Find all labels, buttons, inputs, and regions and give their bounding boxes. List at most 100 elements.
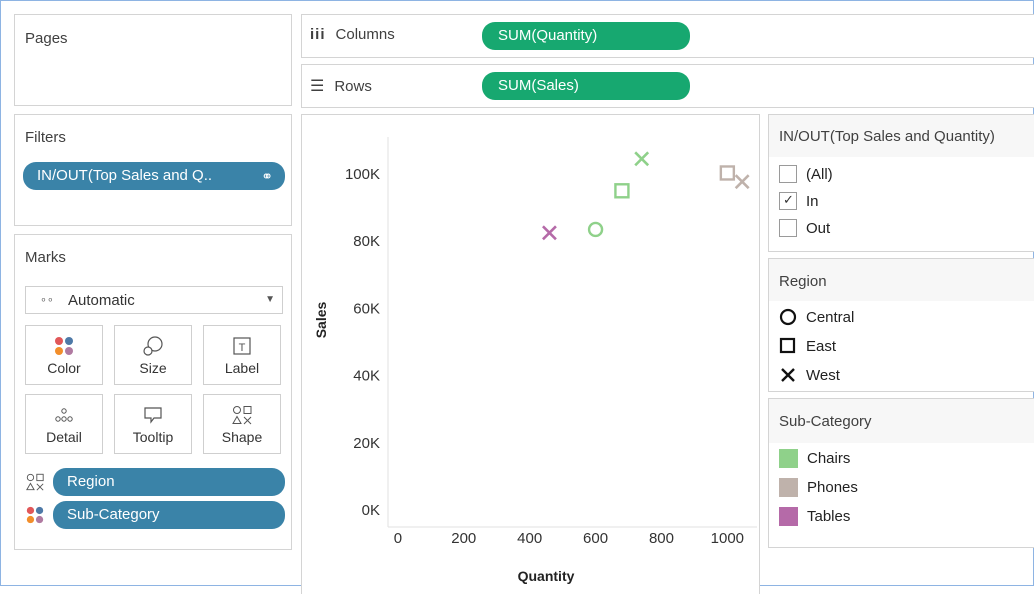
label-button[interactable]: T Label xyxy=(203,325,281,385)
inout-option-in[interactable]: ✓ In xyxy=(779,192,819,210)
filters-title: Filters xyxy=(25,129,66,146)
columns-label: iii Columns xyxy=(310,26,395,43)
subcategory-field-pill[interactable]: Sub-Category xyxy=(53,501,285,529)
detail-icon xyxy=(26,401,102,429)
x-shape-icon xyxy=(781,368,795,382)
region-legend: Region Central East West xyxy=(768,258,1034,392)
tooltip-icon xyxy=(115,401,191,429)
detail-button-label: Detail xyxy=(46,429,82,445)
pages-shelf[interactable]: Pages xyxy=(14,14,292,106)
inout-legend: IN/OUT(Top Sales and Quantity) (All) ✓ I… xyxy=(768,114,1034,252)
shape-button[interactable]: Shape xyxy=(203,394,281,454)
phones-swatch xyxy=(779,478,798,497)
detail-button[interactable]: Detail xyxy=(25,394,103,454)
option-in-label: In xyxy=(806,192,819,210)
legend-label-chairs: Chairs xyxy=(807,450,851,467)
legend-item-chairs[interactable]: Chairs xyxy=(779,449,850,468)
inout-filter-pill-label: IN/OUT(Top Sales and Q.. xyxy=(37,167,213,184)
sum-quantity-pill[interactable]: SUM(Quantity) xyxy=(482,22,690,50)
columns-shelf[interactable]: iii Columns SUM(Quantity) xyxy=(301,14,1034,58)
y-tick-label: 80K xyxy=(353,233,380,250)
size-button[interactable]: Size xyxy=(114,325,192,385)
chevron-down-icon: ▼ xyxy=(265,294,275,305)
label-icon: T xyxy=(204,332,280,360)
checkbox-in[interactable]: ✓ xyxy=(779,192,797,210)
data-point-west-phones[interactable] xyxy=(734,174,750,190)
legend-item-east[interactable]: East xyxy=(779,337,836,355)
y-tick-label: 0K xyxy=(362,502,380,519)
legend-label-central: Central xyxy=(806,308,855,326)
columns-icon: iii xyxy=(310,26,326,43)
tooltip-button-label: Tooltip xyxy=(132,429,174,445)
y-axis-title: Sales xyxy=(313,301,329,338)
checkmark-icon: ✓ xyxy=(783,192,794,207)
checkbox-out[interactable] xyxy=(779,219,797,237)
size-icon xyxy=(115,332,191,360)
y-tick-label: 40K xyxy=(353,368,380,385)
rows-shelf[interactable]: ☰ Rows SUM(Sales) xyxy=(301,64,1034,108)
sum-sales-pill[interactable]: SUM(Sales) xyxy=(482,72,690,100)
color-icon xyxy=(25,505,45,529)
view-area[interactable]: 0K 20K 40K 60K 80K 100K 0 200 400 600 800 1000 Sal… xyxy=(301,114,760,594)
label-button-label: Label xyxy=(224,360,260,376)
marks-title: Marks xyxy=(25,249,66,266)
legend-item-tables[interactable]: Tables xyxy=(779,507,850,526)
inout-option-out[interactable]: Out xyxy=(779,219,830,237)
x-tick-label: 1000 xyxy=(711,530,744,547)
y-tick-label: 60K xyxy=(353,300,380,317)
color-icon xyxy=(26,332,102,360)
chairs-swatch xyxy=(779,449,798,468)
data-point-east-chairs[interactable] xyxy=(614,183,630,199)
set-link-icon: ⚭ xyxy=(261,168,273,184)
color-button-label: Color xyxy=(47,360,81,376)
marks-card: Marks ∘∘ Automatic ▼ Color Size T Label … xyxy=(14,234,292,550)
x-tick-label: 400 xyxy=(517,530,542,547)
rows-label: ☰ Rows xyxy=(310,76,372,96)
scatter-chart[interactable]: 0K 20K 40K 60K 80K 100K 0 200 400 600 800 1000 Sal… xyxy=(302,115,761,587)
legend-item-central[interactable]: Central xyxy=(779,308,854,326)
rows-label-text: Rows xyxy=(334,77,372,95)
legend-label-tables: Tables xyxy=(807,508,851,525)
rows-icon: ☰ xyxy=(310,78,325,95)
region-field-pill[interactable]: Region xyxy=(53,468,285,496)
data-point-west-tables[interactable] xyxy=(542,225,557,241)
size-button-label: Size xyxy=(139,360,167,376)
legend-item-west[interactable]: West xyxy=(779,366,840,384)
color-button[interactable]: Color xyxy=(25,325,103,385)
mark-type-value: Automatic xyxy=(68,292,135,309)
circle-shape-icon xyxy=(779,308,797,326)
x-tick-label: 600 xyxy=(583,530,608,547)
y-tick-label: 100K xyxy=(345,166,380,183)
pages-title: Pages xyxy=(25,30,68,47)
legend-label-phones: Phones xyxy=(807,479,858,496)
mark-type-dropdown[interactable]: ∘∘ Automatic ▼ xyxy=(25,286,283,314)
filters-shelf[interactable]: Filters IN/OUT(Top Sales and Q.. ⚭ xyxy=(14,114,292,226)
shape-icon xyxy=(204,401,280,429)
automatic-mark-icon: ∘∘ xyxy=(40,294,54,306)
svg-text:T: T xyxy=(239,342,246,354)
shape-icon xyxy=(25,472,45,496)
subcategory-legend: Sub-Category Chairs Phones Tables xyxy=(768,398,1034,548)
data-point-east-phones[interactable] xyxy=(719,165,736,181)
square-shape-icon xyxy=(779,337,796,354)
scatter-marks xyxy=(542,151,750,241)
region-legend-title: Region xyxy=(779,273,827,290)
tables-swatch xyxy=(779,507,798,526)
inout-legend-title: IN/OUT(Top Sales and Quantity) xyxy=(779,128,995,145)
region-field-row: Region xyxy=(23,468,285,496)
data-point-west-chairs[interactable] xyxy=(634,151,650,167)
legend-label-east: East xyxy=(806,337,837,355)
y-axis-ticks: 0K 20K 40K 60K 80K 100K xyxy=(345,166,380,519)
inout-option-all[interactable]: (All) xyxy=(779,165,833,183)
x-tick-label: 200 xyxy=(451,530,476,547)
shape-button-label: Shape xyxy=(221,429,263,445)
data-point-central-chairs[interactable] xyxy=(587,221,604,238)
tooltip-button[interactable]: Tooltip xyxy=(114,394,192,454)
x-tick-label: 0 xyxy=(394,530,402,547)
x-axis-title: Quantity xyxy=(518,568,575,584)
legend-item-phones[interactable]: Phones xyxy=(779,478,858,497)
inout-filter-pill[interactable]: IN/OUT(Top Sales and Q.. ⚭ xyxy=(23,162,285,190)
checkbox-all[interactable] xyxy=(779,165,797,183)
subcategory-field-row: Sub-Category xyxy=(23,501,285,529)
option-all-label: (All) xyxy=(806,165,833,183)
